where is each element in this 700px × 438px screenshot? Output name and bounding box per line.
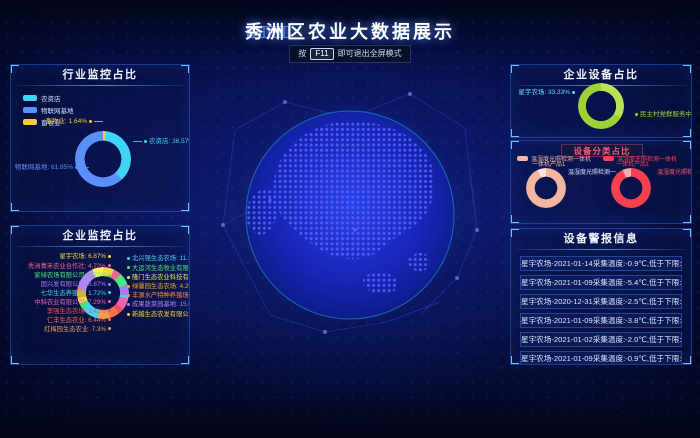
legend-label: 农资店 xyxy=(41,93,61,103)
enterprise-label-right: 丰源水产特种养殖场: 1. xyxy=(127,292,190,300)
panel-device-classification: 设备分类占比 温湿度光照检测一体机 一体机产品1 温湿度光照检测一… 温湿度光照… xyxy=(510,140,692,224)
enterprise-label-left: 七华生态养殖场: 1.72% xyxy=(13,290,111,298)
device-callout-left: 星宇农场: 33.33% xyxy=(513,89,577,97)
class-donut-0[interactable] xyxy=(526,168,566,208)
enterprise-label-left: 中科农业有限公司: 7.29% xyxy=(13,299,111,307)
globe-svg xyxy=(215,80,485,350)
dashboard-stage: 秀洲区农业大数据展示 按 F11 即可退出全屏模式 行业监控占比 农资店物联网基… xyxy=(0,0,700,438)
fullscreen-hint: 按 F11 即可退出全屏模式 xyxy=(0,43,700,63)
panel-industry-monitoring: 行业监控占比 农资店物联网基地畜牧业 畜牧业: 1.64%农资店: 36.57%… xyxy=(10,64,190,212)
industry-callout: 畜牧业: 1.64% xyxy=(19,118,103,126)
legend-item[interactable]: 农资店 xyxy=(23,93,74,103)
legend-label: 物联网基地 xyxy=(41,105,74,115)
enterprise-label-left: 红梅园生态农业: 7.3% xyxy=(13,326,111,334)
device-callout-right-text: 民主村党群服务中心: xyxy=(640,111,692,118)
legend-swatch xyxy=(23,107,37,113)
legend-swatch xyxy=(603,156,614,161)
alarm-row: 星宇农场-2021-01-09采集温度:-3.8℃,低于下限:0℃ xyxy=(520,313,682,328)
enterprise-panel-title: 企业监控占比 xyxy=(11,226,189,247)
legend-item[interactable]: 物联网基地 xyxy=(23,105,74,115)
alarm-row: 星宇农场-2021-01-02采集温度:-2.0℃,低于下限:0℃ xyxy=(520,332,682,347)
enterprise-label-left: 国兴发有限公司: 6.87% xyxy=(13,281,111,289)
alarm-row: 星宇农场-2021-01-09采集温度:-0.9℃,低于下限:0℃ xyxy=(520,351,682,365)
class-callout2-1: 温湿度光照检测一… xyxy=(657,170,692,177)
hint-prefix: 按 xyxy=(298,48,306,59)
enterprise-label-right: 北兴强生态农场: 11.16% xyxy=(127,255,190,263)
device-donut-chart[interactable] xyxy=(578,83,624,129)
enterprise-label-right: 成果蔬菜园基地: 15.02% xyxy=(127,301,190,309)
f11-keycap: F11 xyxy=(310,48,333,60)
industry-donut-chart[interactable] xyxy=(75,131,131,187)
enterprise-label-left: 家绿农场有限公司: 7.72% xyxy=(13,272,111,280)
alarm-row: 星宇农场-2021-01-09采集温度:-5.4℃,低于下限:0℃ xyxy=(520,275,682,290)
enterprise-label-left: 李强生态农场: 3.42% xyxy=(13,308,111,316)
globe-visualization xyxy=(215,80,485,350)
enterprise-label-left: 星宇农场: 6.87% xyxy=(13,253,111,261)
callout-dot xyxy=(635,113,638,116)
panel-device-alarms: 设备警报信息 星宇农场-2021-01-14采集温度:-0.9℃,低于下限:0℃… xyxy=(510,228,692,365)
enterprise-label-right: 大运河生态牧业有限责任公 xyxy=(127,265,190,273)
enterprise-label-left: 仁丰生态农业: 6.44% xyxy=(13,317,111,325)
enterprise-label-left: 秀洲菁禾农业合作社: 4.72% xyxy=(13,263,111,271)
enterprise-label-right: 绿馨园生态农场: 4.29% xyxy=(127,283,190,291)
class-donut-1[interactable] xyxy=(611,168,651,208)
callout-dot xyxy=(572,91,575,94)
page-title: 秀洲区农业大数据展示 xyxy=(0,18,700,44)
device-callout-left-text: 星宇农场: 33.33% xyxy=(518,89,570,96)
alarm-row: 星宇农场-2021-01-14采集温度:-0.9℃,低于下限:0℃ xyxy=(520,256,682,271)
hint-suffix: 即可退出全屏模式 xyxy=(338,48,402,59)
enterprise-label-right: 隆门生态农业科技有限公 xyxy=(127,274,190,282)
industry-callout: 物联网基地: 61.85% xyxy=(13,164,89,172)
device-callout-right: 民主村党群服务中心: xyxy=(633,111,692,119)
alarm-row: 星宇农场-2020-12-31采集温度:-2.5℃,低于下限:0℃ xyxy=(520,294,682,309)
legend-swatch xyxy=(23,95,37,101)
legend-swatch xyxy=(517,156,528,161)
panel-enterprise-monitoring: 企业监控占比 星宇农场: 6.87% 秀洲菁禾农业合作社: 4.72%家绿农场有限… xyxy=(10,225,190,365)
alarm-list[interactable]: 星宇农场-2021-01-14采集温度:-0.9℃,低于下限:0℃ 星宇农场-20… xyxy=(511,252,691,365)
panel-device-ratio: 企业设备占比 星宇农场: 33.33% 民主村党群服务中心: xyxy=(510,64,692,138)
enterprise-label-right: 新越生态农发有限公司: 6.87% xyxy=(127,311,190,319)
alarm-panel-title: 设备警报信息 xyxy=(511,229,691,250)
industry-callout: 农资店: 36.57% xyxy=(133,138,190,146)
industry-panel-title: 行业监控占比 xyxy=(11,65,189,86)
